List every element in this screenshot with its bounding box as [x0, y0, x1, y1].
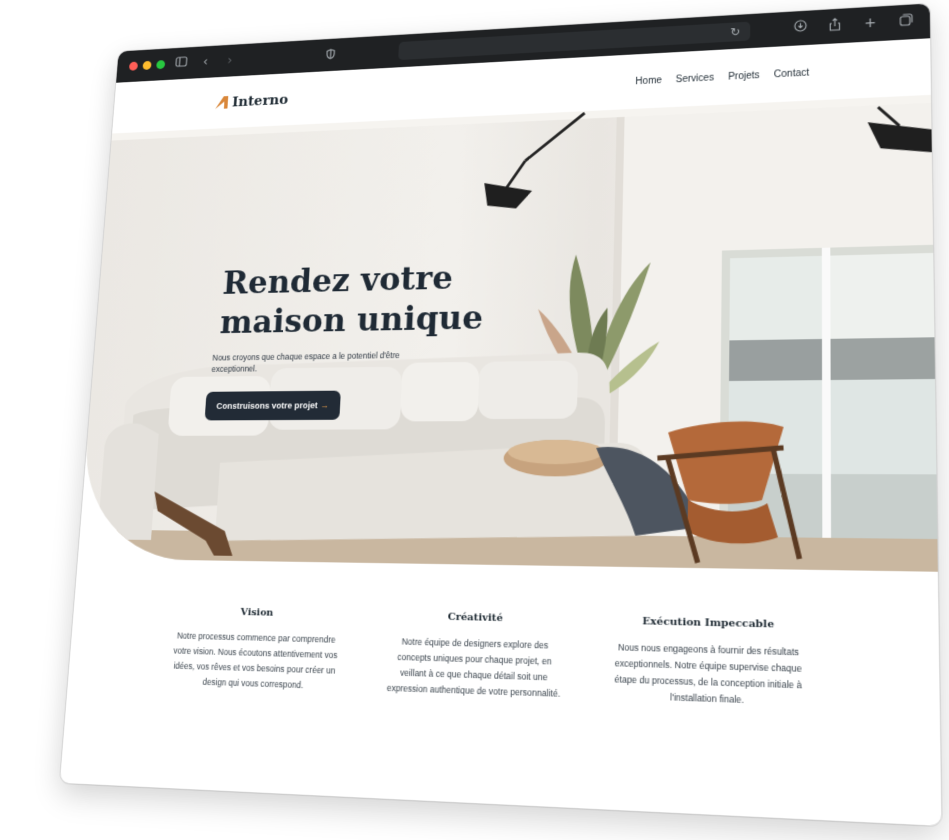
minimize-window-button[interactable] [142, 60, 152, 71]
reload-icon[interactable]: ↻ [730, 25, 740, 39]
feature-text: Notre processus commence par comprendre … [173, 630, 338, 691]
feature-creativite: Créativité Notre équipe de designers exp… [383, 610, 567, 702]
features-section: Vision Notre processus commence par comp… [68, 558, 940, 715]
close-window-button[interactable] [128, 61, 139, 71]
hero-section: Rendez votre maison unique Nous croyons … [77, 94, 938, 572]
hero-title-line2: maison unique [218, 298, 484, 342]
share-icon[interactable] [826, 17, 845, 35]
feature-text: Nous nous engageons à fournir des résult… [614, 641, 802, 706]
logo-mark-icon [215, 96, 229, 110]
logo-text: Interno [231, 91, 289, 111]
hero-title-line1: Rendez votre [221, 258, 454, 303]
download-icon[interactable] [791, 19, 809, 37]
tabs-icon[interactable] [896, 13, 915, 31]
chevron-left-icon[interactable]: ‹ [197, 55, 214, 70]
feature-vision: Vision Notre processus commence par comp… [168, 605, 343, 694]
site-logo[interactable]: Interno [215, 91, 289, 111]
hero-title: Rendez votre maison unique [219, 257, 485, 342]
feature-title: Vision [240, 606, 274, 619]
window-controls [128, 60, 166, 71]
nav-projets-link[interactable]: Projets [728, 70, 760, 82]
main-nav: Home Services Projets Contact [635, 67, 809, 86]
cta-label: Construisons votre projet [216, 400, 318, 411]
hero-subtitle: Nous croyons que chaque espace a le pote… [211, 350, 400, 374]
cta-button[interactable]: Construisons votre projet → [204, 390, 341, 421]
sidebar-icon[interactable] [173, 56, 189, 71]
hero-interior-photo [77, 94, 938, 572]
nav-services-link[interactable]: Services [676, 72, 714, 84]
arrow-right-icon: → [320, 400, 330, 411]
nav-contact-link[interactable]: Contact [774, 67, 809, 79]
feature-title: Créativité [447, 611, 504, 625]
shield-icon[interactable] [326, 48, 336, 62]
zoom-window-button[interactable] [156, 60, 166, 70]
feature-execution: Exécution Impeccable Nous nous engageons… [611, 615, 805, 710]
feature-title: Exécution Impeccable [642, 615, 775, 631]
browser-window: ‹ › ↻ + Interno Home Services Projets Co… [59, 3, 942, 826]
nav-home-link[interactable]: Home [635, 75, 662, 87]
plus-icon[interactable]: + [861, 15, 880, 33]
chevron-right-icon[interactable]: › [221, 53, 238, 68]
feature-text: Notre équipe de designers explore des co… [386, 636, 561, 699]
